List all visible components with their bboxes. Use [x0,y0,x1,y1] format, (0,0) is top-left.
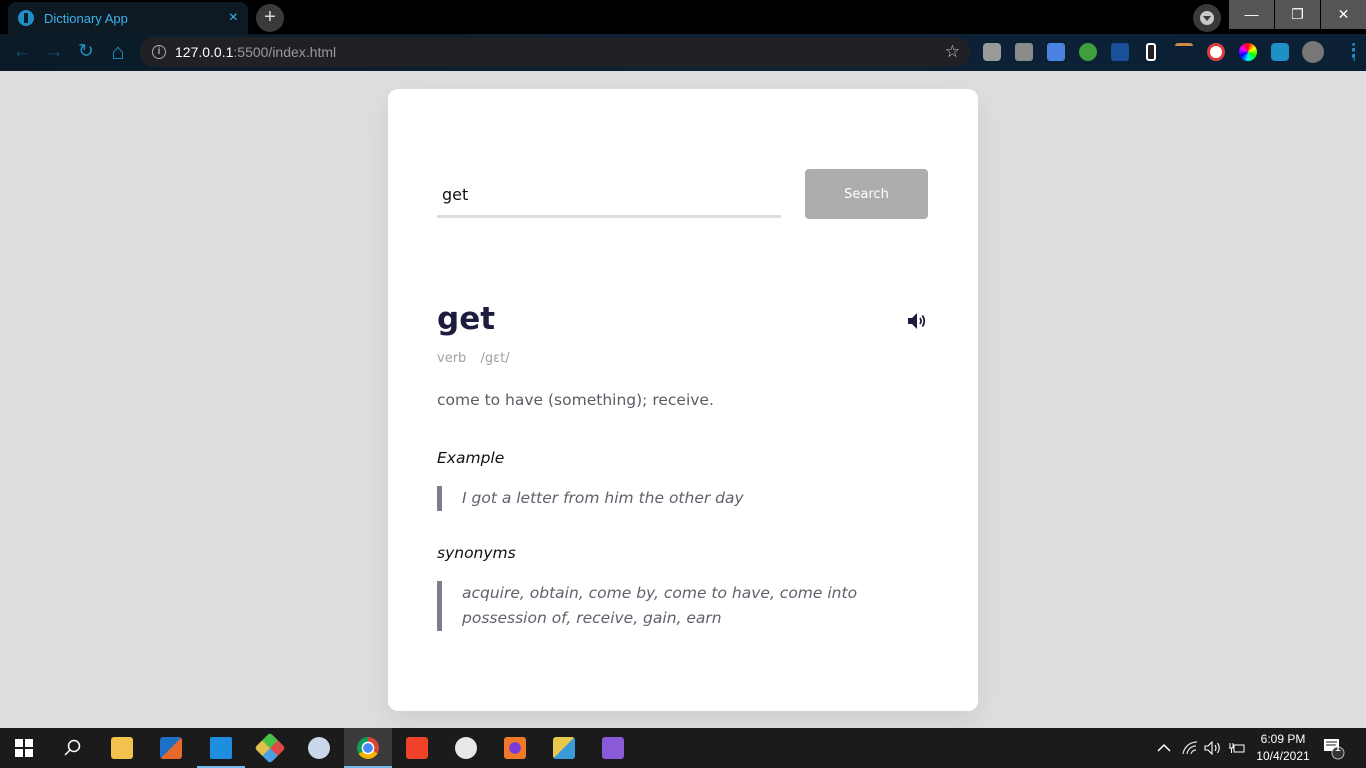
search-form: Search [437,169,928,219]
visual-studio-icon [602,737,624,759]
database-icon [553,737,575,759]
windows-logo-icon [15,739,33,757]
xampp-button[interactable] [393,728,441,768]
action-center-button[interactable]: 1 [1323,738,1345,760]
ruler-icon[interactable] [1175,43,1193,61]
j-icon[interactable] [1111,43,1129,61]
camera-icon[interactable] [983,43,1001,61]
search-button[interactable]: Search [805,169,928,219]
system-clock[interactable]: 6:09 PM 10/4/2021 [1252,731,1314,765]
palette-icon [308,737,330,759]
db-tool-button[interactable] [540,728,588,768]
notification-count: 1 [1335,743,1341,754]
chrome-button[interactable] [344,728,392,768]
xampp-icon [406,737,428,759]
site-info-icon[interactable]: i [152,45,166,59]
visual-studio-button[interactable] [589,728,637,768]
windows-taskbar: 6:09 PM 10/4/2021 1 [0,728,1366,768]
battery-icon[interactable] [1228,728,1246,768]
definition: come to have (something); receive. [437,391,714,409]
tab-title: Dictionary App [44,10,128,26]
minimize-button[interactable]: — [1229,0,1274,29]
page-background: Search get verb /gɛt/ come to have (some… [0,71,1366,728]
clock-date: 10/4/2021 [1256,749,1310,763]
new-tab-button[interactable]: + [256,4,284,32]
google-translate-icon[interactable] [1047,43,1065,61]
color-picker-icon[interactable] [1207,43,1225,61]
chevron-down-icon [1203,16,1211,21]
outlook-visio-button[interactable] [147,728,195,768]
search-input[interactable] [437,169,781,218]
phonetic: /gɛt/ [480,351,510,366]
notification-icon [1324,739,1345,760]
volume-icon[interactable] [1204,728,1222,768]
url-text: 127.0.0.1:5500/index.html [175,44,337,60]
reload-button[interactable]: ↻ [74,40,98,64]
profile-avatar[interactable] [1302,41,1324,63]
close-tab-icon[interactable]: × [229,9,238,27]
diamond-app-icon [254,732,286,764]
word-meta: verb /gɛt/ [437,351,510,366]
menu-icon[interactable] [1352,43,1356,61]
part-of-speech: verb [437,351,467,366]
browser-titlebar: Dictionary App × + — ❐ ✕ [0,0,1366,34]
phone-frame-icon[interactable] [1146,43,1156,61]
bookmark-star-icon[interactable]: ☆ [945,42,960,62]
address-bar[interactable]: i 127.0.0.1:5500/index.html ☆ [140,37,970,67]
chevron-up-icon [1157,743,1171,752]
chrome-icon [357,737,379,759]
example-label: Example [437,449,505,467]
color-wheel-icon[interactable] [1239,43,1257,61]
screenshot-icon[interactable] [1015,43,1033,61]
synonyms-label: synonyms [437,544,516,562]
firefox-icon [504,737,526,759]
firefox-button[interactable] [491,728,539,768]
taskbar-search-button[interactable] [48,728,96,768]
tab-dictionary-app[interactable]: Dictionary App × [8,2,248,34]
clock-time: 6:09 PM [1260,732,1306,746]
example-text: I got a letter from him the other day [437,486,887,511]
vscode-button[interactable] [197,728,245,768]
browser-toolbar: ← → ↻ ⌂ i 127.0.0.1:5500/index.html ☆ [0,34,1366,71]
search-icon [64,739,81,756]
outlook-icon [160,737,182,759]
tab-search-button[interactable] [1193,4,1221,32]
git-app-button[interactable] [246,728,294,768]
app-favicon-icon [18,10,34,26]
start-button[interactable] [0,728,48,768]
show-hidden-icons-button[interactable] [1157,728,1171,768]
puzzle-icon[interactable] [1271,43,1289,61]
synonyms-text: acquire, obtain, come by, come to have, … [437,581,887,631]
back-button[interactable]: ← [10,40,34,64]
restore-button[interactable]: ❐ [1275,0,1320,29]
home-button[interactable]: ⌂ [106,40,130,64]
file-explorer-button[interactable] [98,728,146,768]
smiley-icon [455,737,477,759]
forward-button[interactable]: → [42,40,66,64]
close-window-button[interactable]: ✕ [1321,0,1366,29]
speaker-icon[interactable] [906,311,930,331]
dictionary-card: Search get verb /gɛt/ come to have (some… [388,89,978,711]
folder-icon [111,737,133,759]
word-heading: get [437,301,496,337]
grid-icon[interactable] [1079,43,1097,61]
emoji-app-button[interactable] [442,728,490,768]
wifi-icon[interactable] [1182,728,1198,768]
paint-button[interactable] [295,728,343,768]
vscode-icon [210,737,232,759]
